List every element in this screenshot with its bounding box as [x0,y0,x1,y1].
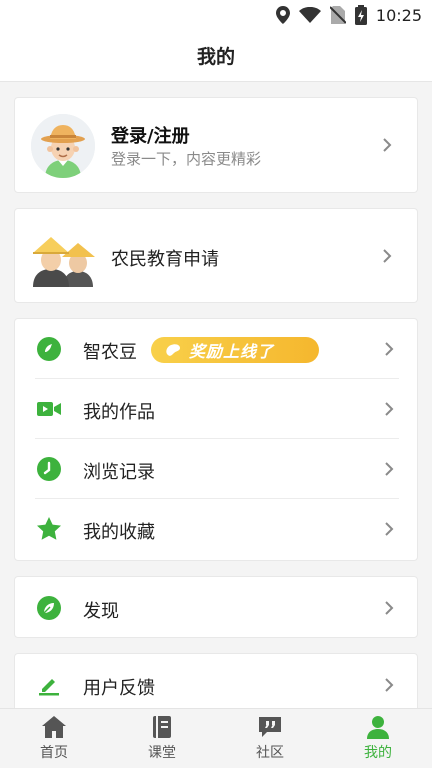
menu-item-label: 浏览记录 [83,462,155,483]
book-icon [153,716,171,738]
discover-card: 发现 [14,576,418,638]
menu-item-feedback[interactable]: 用户反馈 [15,655,419,715]
nav-classroom[interactable]: 课堂 [108,709,216,768]
nav-home[interactable]: 首页 [0,709,108,768]
menu-item-label: 用户反馈 [83,678,155,699]
chevron-right-icon [383,248,392,263]
battery-icon [354,5,367,25]
menu-item-discover[interactable]: 发现 [15,578,419,638]
reward-badge-text: 奖励上线了 [189,342,275,361]
nav-label: 社区 [256,745,284,761]
login-register-title: 登录/注册 [111,126,190,147]
person-icon [367,716,389,739]
reward-badge[interactable]: 奖励上线了 [151,337,319,363]
menu-item-favorites[interactable]: 我的收藏 [15,499,419,559]
menu-item-my-works[interactable]: 我的作品 [15,379,419,439]
login-register-subtitle: 登录一下，内容更精彩 [111,150,262,168]
star-icon [37,517,61,540]
chevron-right-icon [385,601,394,615]
menu-item-browse-history[interactable]: 浏览记录 [15,439,419,499]
bean-icon [166,344,180,356]
chevron-right-icon [385,402,394,416]
wifi-icon [298,7,321,23]
feedback-card: 用户反馈 [14,653,418,715]
nav-label: 课堂 [148,745,176,761]
pencil-icon [39,679,59,696]
video-icon [37,402,61,416]
chevron-right-icon [385,342,394,356]
farmer-education-label: 农民教育申请 [111,249,219,270]
nav-community[interactable]: 社区 [216,709,324,768]
farmer-avatar-icon [31,114,95,178]
chevron-right-icon [383,138,392,152]
chevron-right-icon [385,462,394,476]
login-register-card[interactable]: 登录/注册 登录一下，内容更精彩 [14,97,418,193]
nav-label: 我的 [364,745,392,761]
chevron-right-icon [385,678,394,692]
top-bar: 我的 [0,30,432,82]
menu-item-zhinongdou[interactable]: 智农豆 奖励上线了 [15,319,419,379]
chevron-right-icon [385,522,394,536]
bean-icon [37,337,61,361]
clock-icon [37,457,61,481]
page-title: 我的 [196,46,235,68]
menu-item-label: 智农豆 [83,342,137,363]
farmer-education-card[interactable]: 农民教育申请 [14,208,418,303]
farmers-icon [33,237,95,287]
menu-group: 智农豆 奖励上线了 我的作品 浏览记录 我的收藏 [14,318,418,561]
home-icon [42,716,66,738]
status-time: 10:25 [375,5,422,25]
nav-mine[interactable]: 我的 [324,709,432,768]
menu-item-label: 我的收藏 [83,522,155,543]
leaf-icon [37,596,61,620]
menu-item-label: 发现 [83,601,119,622]
menu-item-label: 我的作品 [83,402,155,423]
bottom-nav: 首页 课堂 社区 我的 [0,708,432,768]
no-sim-icon [329,6,346,24]
status-bar: 10:25 [0,0,432,30]
location-icon [275,6,290,24]
quote-chat-icon [259,717,281,737]
nav-label: 首页 [40,745,68,761]
avatar [31,114,95,178]
